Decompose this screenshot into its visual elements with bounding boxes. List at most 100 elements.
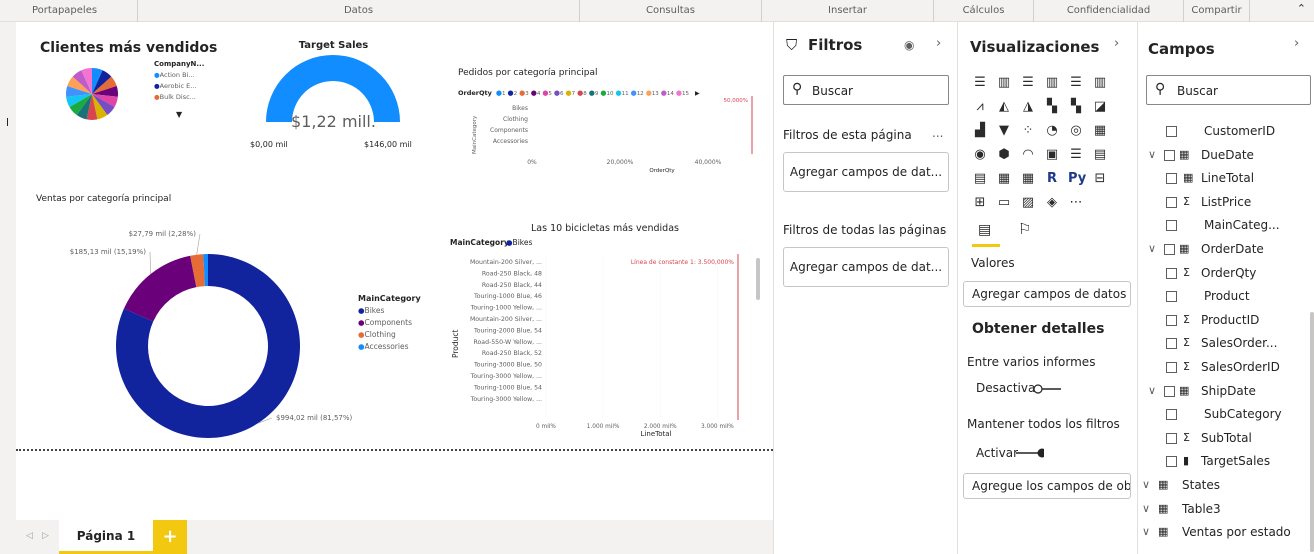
- more-icon[interactable]: ...: [932, 126, 943, 140]
- bikes-bar-chart[interactable]: Mountain-200 Silver, ... Road-250 Black, …: [446, 248, 764, 448]
- field-item[interactable]: Product: [1138, 285, 1310, 307]
- eye-icon[interactable]: ◉: [904, 38, 914, 52]
- qa-icon[interactable]: ▭: [996, 195, 1012, 211]
- field-item[interactable]: Σ ListPrice: [1138, 191, 1310, 213]
- field-item[interactable]: Σ SalesOrder...: [1138, 332, 1310, 354]
- collapse-filters-icon[interactable]: ›: [936, 36, 941, 51]
- clustered-bar-icon[interactable]: ☰: [1020, 75, 1036, 91]
- filled-map-icon[interactable]: ⬢: [996, 147, 1012, 163]
- slicer-icon[interactable]: ▤: [972, 171, 988, 187]
- format-paint-roller-icon[interactable]: ⚐: [1018, 220, 1031, 238]
- field-checkbox[interactable]: [1164, 385, 1175, 397]
- field-item[interactable]: SubCategory: [1138, 403, 1310, 425]
- ribbon-group-clipboard[interactable]: Portapapeles: [0, 0, 138, 22]
- page-filters-dropzone[interactable]: Agregar campos de dat...: [783, 152, 949, 192]
- field-item[interactable]: Σ ProductID: [1138, 309, 1310, 331]
- pie-icon[interactable]: ◔: [1044, 123, 1060, 139]
- field-item[interactable]: ▮ TargetSales: [1138, 450, 1310, 472]
- ribbon-group-insert[interactable]: Insertar: [762, 0, 934, 22]
- more-icon[interactable]: ...: [932, 221, 943, 235]
- ribbon-group-queries[interactable]: Consultas: [580, 0, 762, 22]
- area-icon[interactable]: ◭: [996, 99, 1012, 115]
- legend-more-icon[interactable]: ▼: [176, 110, 182, 119]
- 100-column-icon[interactable]: ▥: [1092, 75, 1108, 91]
- ribbon-group-sensitivity[interactable]: Confidencialidad: [1034, 0, 1184, 22]
- multirow-card-icon[interactable]: ☰: [1068, 147, 1084, 163]
- paginated-icon[interactable]: ▨: [1020, 195, 1036, 211]
- collapse-viz-icon[interactable]: ›: [1114, 36, 1119, 51]
- fields-search-input[interactable]: ⚲ Buscar: [1146, 75, 1311, 105]
- orders-bar-chart[interactable]: Bikes Clothing Components Accessories MainCa…: [452, 96, 762, 196]
- visual-top-bikes[interactable]: Las 10 bicicletas más vendidas MainCateg…: [446, 222, 764, 448]
- keep-filters-toggle[interactable]: [1014, 448, 1044, 458]
- 100-bar-icon[interactable]: ☰: [1068, 75, 1084, 91]
- chevron-down-icon[interactable]: ∨: [1142, 498, 1150, 520]
- chevron-down-icon[interactable]: ∨: [1148, 238, 1156, 260]
- chevron-down-icon[interactable]: ∨: [1148, 380, 1156, 402]
- scatter-icon[interactable]: ⁘: [1020, 123, 1036, 139]
- chevron-right-icon[interactable]: ▷: [42, 531, 49, 541]
- r-visual-icon[interactable]: R: [1044, 171, 1060, 187]
- add-page-button[interactable]: +: [153, 520, 187, 554]
- ribbon-group-calculations[interactable]: Cálculos: [934, 0, 1034, 22]
- visual-orders-by-category[interactable]: Pedidos por categoría principal OrderQty…: [452, 66, 762, 196]
- card-icon[interactable]: ▣: [1044, 147, 1060, 163]
- field-item[interactable]: ▦ LineTotal: [1138, 167, 1310, 189]
- gauge-icon[interactable]: ◠: [1020, 147, 1036, 163]
- collapse-fields-icon[interactable]: ›: [1294, 36, 1299, 51]
- clustered-column-icon[interactable]: ▥: [1044, 75, 1060, 91]
- line-icon[interactable]: ⩘: [972, 99, 988, 115]
- stacked-area-icon[interactable]: ◮: [1020, 99, 1036, 115]
- cross-report-toggle[interactable]: [1033, 384, 1063, 394]
- map-icon[interactable]: ◉: [972, 147, 988, 163]
- donut-icon[interactable]: ◎: [1068, 123, 1084, 139]
- field-item[interactable]: MainCateg...: [1138, 214, 1310, 236]
- filters-search-input[interactable]: ⚲ Buscar: [783, 75, 949, 105]
- matrix-icon[interactable]: ▦: [1020, 171, 1036, 187]
- field-item[interactable]: Σ SalesOrderID: [1138, 356, 1310, 378]
- kpi-icon[interactable]: ▤: [1092, 147, 1108, 163]
- field-checkbox[interactable]: [1166, 456, 1177, 468]
- customers-pie[interactable]: [64, 66, 120, 122]
- table-item[interactable]: ∨ ▦ Ventas por estado: [1138, 521, 1310, 543]
- tab-page-1[interactable]: Página 1: [59, 520, 153, 554]
- chevron-up-icon[interactable]: ⌃: [1297, 2, 1306, 15]
- python-visual-icon[interactable]: Py: [1068, 171, 1086, 187]
- field-checkbox[interactable]: [1166, 314, 1177, 326]
- more-icon[interactable]: ⋯: [1068, 195, 1084, 211]
- field-checkbox[interactable]: [1166, 338, 1177, 350]
- ribbon-icon[interactable]: ◪: [1092, 99, 1108, 115]
- line-clustered-icon[interactable]: ▚: [1068, 99, 1084, 115]
- ribbon-group-data[interactable]: Datos: [138, 0, 580, 22]
- field-item[interactable]: CustomerID: [1138, 120, 1310, 142]
- field-checkbox[interactable]: [1166, 362, 1177, 373]
- line-column-icon[interactable]: ▚: [1044, 99, 1060, 115]
- ribbon-group-share[interactable]: Compartir: [1184, 0, 1250, 22]
- values-dropzone[interactable]: Agregar campos de datos a...: [963, 281, 1131, 307]
- field-checkbox[interactable]: [1166, 126, 1177, 137]
- chevron-left-icon[interactable]: ◁: [26, 531, 33, 541]
- report-canvas[interactable]: Clientes más vendidos CompanyN... ●Actio…: [16, 22, 773, 520]
- field-item[interactable]: Σ SubTotal: [1138, 427, 1310, 449]
- key-influencers-icon[interactable]: ⊟: [1092, 171, 1108, 187]
- field-checkbox[interactable]: [1164, 149, 1175, 161]
- fields-tab-icon[interactable]: ▤: [978, 222, 991, 238]
- funnel-icon[interactable]: ▼: [996, 123, 1012, 139]
- field-checkbox[interactable]: [1166, 220, 1177, 232]
- table-item[interactable]: ∨ ▦ Table3: [1138, 498, 1310, 520]
- fields-scrollbar[interactable]: [1310, 312, 1314, 552]
- field-checkbox[interactable]: [1166, 432, 1177, 444]
- field-checkbox[interactable]: [1166, 267, 1177, 279]
- field-item[interactable]: ∨ ▦ DueDate: [1138, 144, 1310, 166]
- field-checkbox[interactable]: [1166, 409, 1177, 421]
- visual-target-sales[interactable]: Target Sales $1,22 mill. $0,00 mil $146,…: [246, 40, 421, 160]
- field-item[interactable]: ∨ ▦ ShipDate: [1138, 380, 1310, 402]
- stacked-column-icon[interactable]: ▥: [996, 75, 1012, 91]
- visual-top-customers[interactable]: Clientes más vendidos CompanyN... ●Actio…: [40, 40, 230, 150]
- field-checkbox[interactable]: [1166, 196, 1177, 208]
- treemap-icon[interactable]: ▦: [1092, 123, 1108, 139]
- decomposition-icon[interactable]: ⊞: [972, 195, 988, 211]
- visual-sales-by-category[interactable]: Ventas por categoría principal $27,79 mi…: [36, 194, 456, 464]
- table-item[interactable]: ∨ ▦ States: [1138, 474, 1310, 496]
- all-pages-filters-dropzone[interactable]: Agregar campos de dat...: [783, 247, 949, 287]
